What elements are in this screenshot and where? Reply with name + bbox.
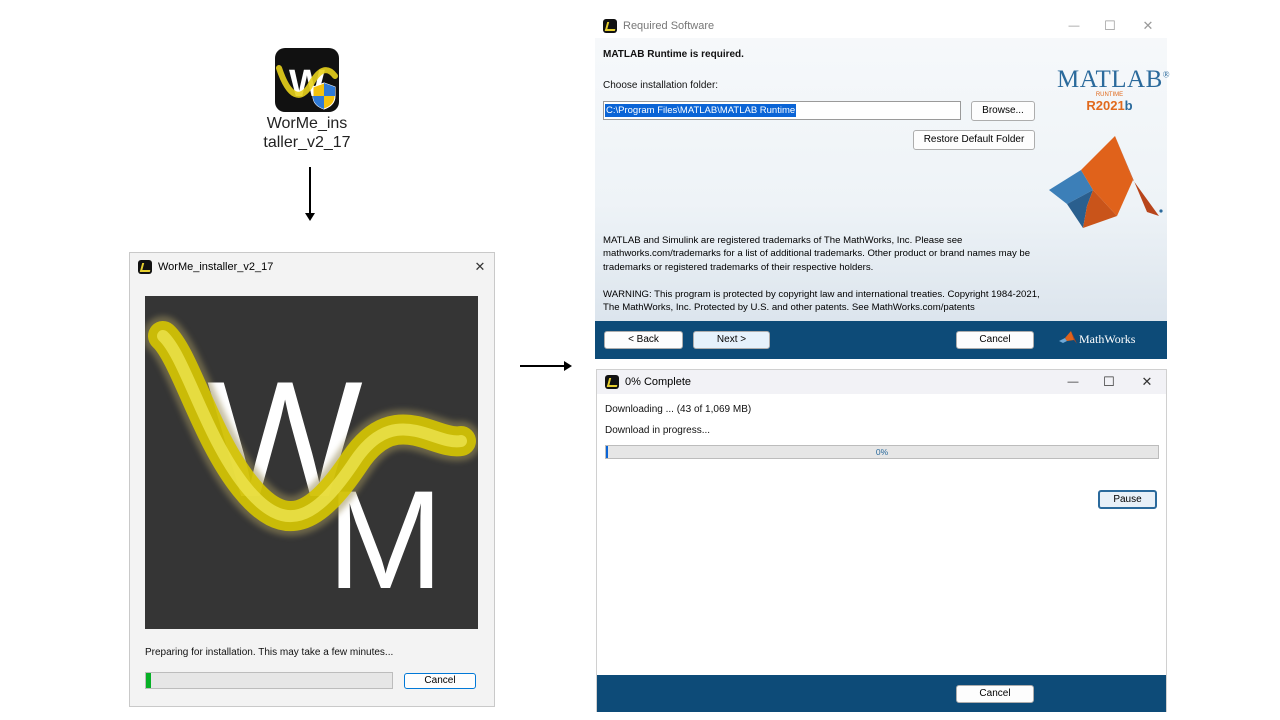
desktop-icon-label-line2: taller_v2_17 [263,134,351,151]
worme-splash-graphic: W M [145,316,478,618]
uac-shield-icon [312,82,336,110]
matlab-logo: MATLAB® RUNTIME R2021b [1057,66,1171,113]
installer-status-text: Preparing for installation. This may tak… [145,647,394,658]
installer-title: WorMe_installer_v2_17 [158,261,274,273]
required-software-window: Required Software — ☐ ✕ MATLAB Runtime i… [595,14,1171,359]
installer-titlebar: WorMe_installer_v2_17 [130,253,494,281]
flow-arrow-right [520,361,572,371]
matlab-membrane-logo [1049,136,1163,228]
matlab-app-icon [605,375,619,389]
browse-button[interactable]: Browse... [971,101,1035,121]
required-software-footer: < Back Next > Cancel MathWorks [595,321,1167,359]
install-folder-selection: C:\Program Files\MATLAB\MATLAB Runtime [605,104,797,117]
next-button[interactable]: Next > [693,331,770,349]
download-percent-text: 0% [875,447,889,457]
restore-default-folder-button[interactable]: Restore Default Folder [913,130,1035,150]
flow-arrow-down [305,167,315,221]
matlab-wordmark: MATLAB® [1057,66,1171,93]
downloading-text: Downloading ... (43 of 1,069 MB) [605,404,752,415]
runtime-required-heading: MATLAB Runtime is required. [603,49,744,60]
minimize-icon[interactable]: — [1055,370,1091,394]
required-software-title: Required Software [623,20,715,32]
installer-window: WorMe_installer_v2_17 ✕ W M Preparing fo… [129,252,495,707]
download-title: 0% Complete [625,376,692,388]
mathworks-logo: MathWorks [1059,331,1135,347]
download-footer: Cancel [597,675,1166,712]
desktop-installer-icon[interactable]: W [275,48,339,112]
pause-button[interactable]: Pause [1098,490,1157,509]
download-window: 0% Complete — ☐ ✕ Downloading ... (43 of… [596,369,1167,712]
maximize-icon[interactable]: ☐ [1091,370,1127,394]
installer-splash-image: W M [145,296,478,629]
trademark-text: MATLAB and Simulink are registered trade… [603,235,1031,273]
close-icon[interactable]: ✕ [462,253,498,281]
cancel-button[interactable]: Cancel [956,331,1034,349]
desktop-icon-label: WorMe_ins taller_v2_17 [250,114,364,152]
download-progress-bar: 0% [605,445,1159,459]
mathworks-wordmark: MathWorks [1079,331,1136,346]
maximize-icon[interactable]: ☐ [1092,14,1128,38]
minimize-icon[interactable]: — [1056,14,1092,38]
installer-progress-fill [146,673,151,688]
installer-cancel-button[interactable]: Cancel [404,673,476,689]
installer-progress-bar [145,672,393,689]
runtime-version: R2021b [1086,98,1133,113]
matlab-app-icon [603,19,617,33]
installer-app-icon [138,260,152,274]
close-icon[interactable]: ✕ [1129,370,1165,394]
download-progress-label: Download in progress... [605,425,711,436]
download-cancel-button[interactable]: Cancel [956,685,1034,703]
desktop-icon-label-line1: WorMe_ins [266,115,348,132]
folder-label: Choose installation folder: [603,80,719,91]
copyright-warning-text: WARNING: This program is protected by co… [603,289,1040,314]
mathworks-membrane-icon [1059,331,1077,344]
close-icon[interactable]: ✕ [1130,14,1166,38]
back-button[interactable]: < Back [604,331,683,349]
